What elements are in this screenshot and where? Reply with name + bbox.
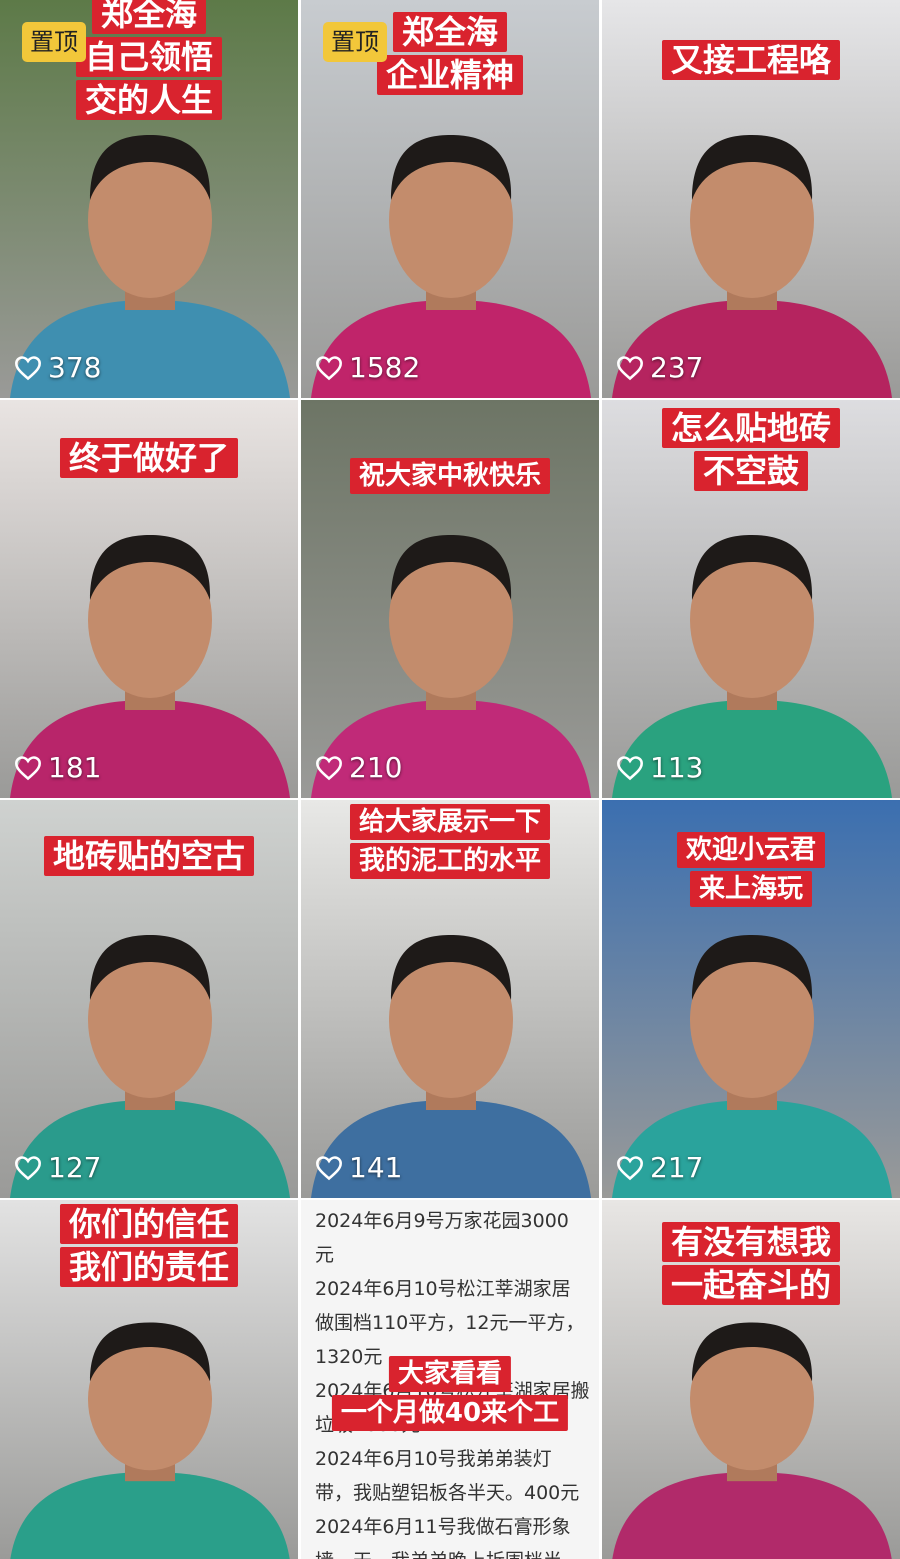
heart-outline-icon [617, 1155, 643, 1180]
video-tile[interactable]: 有没有想我 一起奋斗的 [602, 1200, 900, 1559]
video-grid: 郑全海 自己领悟 交的人生 置顶 378 郑全海 企业精神 置顶 1582 又接工程咯 237 终于做… [0, 0, 900, 1559]
video-tile[interactable]: 郑全海 企业精神 置顶 1582 [301, 0, 599, 398]
like-count: 141 [315, 1151, 402, 1184]
like-count-value: 237 [650, 351, 704, 384]
document-line: 做围档110平方，12元一平方， [315, 1312, 585, 1334]
video-tile[interactable]: 给大家展示一下 我的泥工的水平 141 [301, 800, 599, 1198]
caption-line: 一起奋斗的 [661, 1265, 841, 1305]
document-line: 2024年6月10号松江莘湖家居 [315, 1278, 571, 1300]
like-count: 237 [616, 351, 703, 384]
caption-line: 郑全海 [392, 12, 508, 52]
pinned-badge: 置顶 [22, 22, 86, 62]
caption-line: 郑全海 [91, 0, 207, 34]
heart-outline-icon [617, 755, 643, 780]
like-count-value: 113 [650, 751, 704, 784]
video-caption: 终于做好了 [59, 438, 239, 478]
caption-line: 终于做好了 [59, 438, 239, 478]
video-tile[interactable]: 欢迎小云君 来上海玩 217 [602, 800, 900, 1198]
caption-line: 一个月做40来个工 [331, 1395, 569, 1431]
caption-line: 祝大家中秋快乐 [349, 458, 551, 494]
video-caption: 欢迎小云君 来上海玩 [676, 832, 826, 907]
like-count-value: 1582 [349, 351, 421, 384]
document-line: 2024年6月10号我弟弟装灯 [315, 1448, 552, 1470]
document-line: 墙一天，我弟弟晚上拆围档半 [315, 1544, 585, 1559]
document-line: 带，我贴塑铝板各半天。400元 [315, 1482, 580, 1504]
caption-line: 不空鼓 [693, 451, 809, 491]
caption-line: 给大家展示一下 [349, 804, 551, 840]
caption-line: 怎么贴地砖 [661, 408, 841, 448]
video-caption: 怎么贴地砖 不空鼓 [661, 408, 841, 491]
like-count: 113 [616, 751, 703, 784]
caption-line: 自己领悟 [75, 37, 223, 77]
video-caption: 你们的信任 我们的责任 [59, 1204, 239, 1287]
heart-outline-icon [15, 355, 41, 380]
caption-line: 我的泥工的水平 [349, 843, 551, 879]
heart-outline-icon [15, 755, 41, 780]
caption-line: 来上海玩 [689, 871, 813, 907]
caption-line: 交的人生 [75, 80, 223, 120]
document-line: 2024年6月9号万家花园3000 [315, 1210, 569, 1232]
like-count-value: 127 [48, 1151, 102, 1184]
video-caption: 有没有想我 一起奋斗的 [661, 1222, 841, 1305]
heart-outline-icon [316, 755, 342, 780]
caption-line: 又接工程咯 [661, 40, 841, 80]
like-count-value: 181 [48, 751, 102, 784]
heart-outline-icon [316, 1155, 342, 1180]
video-tile[interactable]: 又接工程咯 237 [602, 0, 900, 398]
video-tile[interactable]: 地砖贴的空古 127 [0, 800, 298, 1198]
video-caption: 大家看看 一个月做40来个工 [331, 1356, 569, 1431]
video-caption: 给大家展示一下 我的泥工的水平 [349, 804, 551, 879]
heart-outline-icon [617, 355, 643, 380]
like-count-value: 378 [48, 351, 102, 384]
caption-line: 欢迎小云君 [676, 832, 826, 868]
like-count: 127 [14, 1151, 101, 1184]
like-count: 378 [14, 351, 101, 384]
heart-outline-icon [15, 1155, 41, 1180]
video-caption: 地砖贴的空古 [43, 836, 255, 876]
caption-line: 地砖贴的空古 [43, 836, 255, 876]
like-count: 181 [14, 751, 101, 784]
caption-line: 企业精神 [376, 55, 524, 95]
document-line: 元 [315, 1244, 335, 1266]
like-count-value: 217 [650, 1151, 704, 1184]
video-tile[interactable]: 终于做好了 181 [0, 400, 298, 798]
video-tile[interactable]: 怎么贴地砖 不空鼓 113 [602, 400, 900, 798]
caption-line: 你们的信任 [59, 1204, 239, 1244]
video-tile[interactable]: 祝大家中秋快乐 210 [301, 400, 599, 798]
pinned-badge: 置顶 [323, 22, 387, 62]
heart-outline-icon [316, 355, 342, 380]
video-caption: 祝大家中秋快乐 [349, 458, 551, 494]
video-tile[interactable]: 你们的信任 我们的责任 [0, 1200, 298, 1559]
caption-line: 我们的责任 [59, 1247, 239, 1287]
document-line: 2024年6月11号我做石膏形象 [315, 1516, 571, 1538]
video-caption: 郑全海 企业精神 [376, 12, 524, 95]
video-caption: 又接工程咯 [661, 40, 841, 80]
video-tile[interactable]: 郑全海 自己领悟 交的人生 置顶 378 [0, 0, 298, 398]
like-count-value: 141 [349, 1151, 403, 1184]
video-caption: 郑全海 自己领悟 交的人生 [75, 0, 223, 120]
like-count: 1582 [315, 351, 420, 384]
like-count: 217 [616, 1151, 703, 1184]
video-tile[interactable]: 2024年6月9号万家花园3000 元 2024年6月10号松江莘湖家居 做围档110… [301, 1200, 599, 1559]
like-count-value: 210 [349, 751, 403, 784]
caption-line: 大家看看 [388, 1356, 511, 1392]
like-count: 210 [315, 751, 402, 784]
caption-line: 有没有想我 [661, 1222, 841, 1262]
